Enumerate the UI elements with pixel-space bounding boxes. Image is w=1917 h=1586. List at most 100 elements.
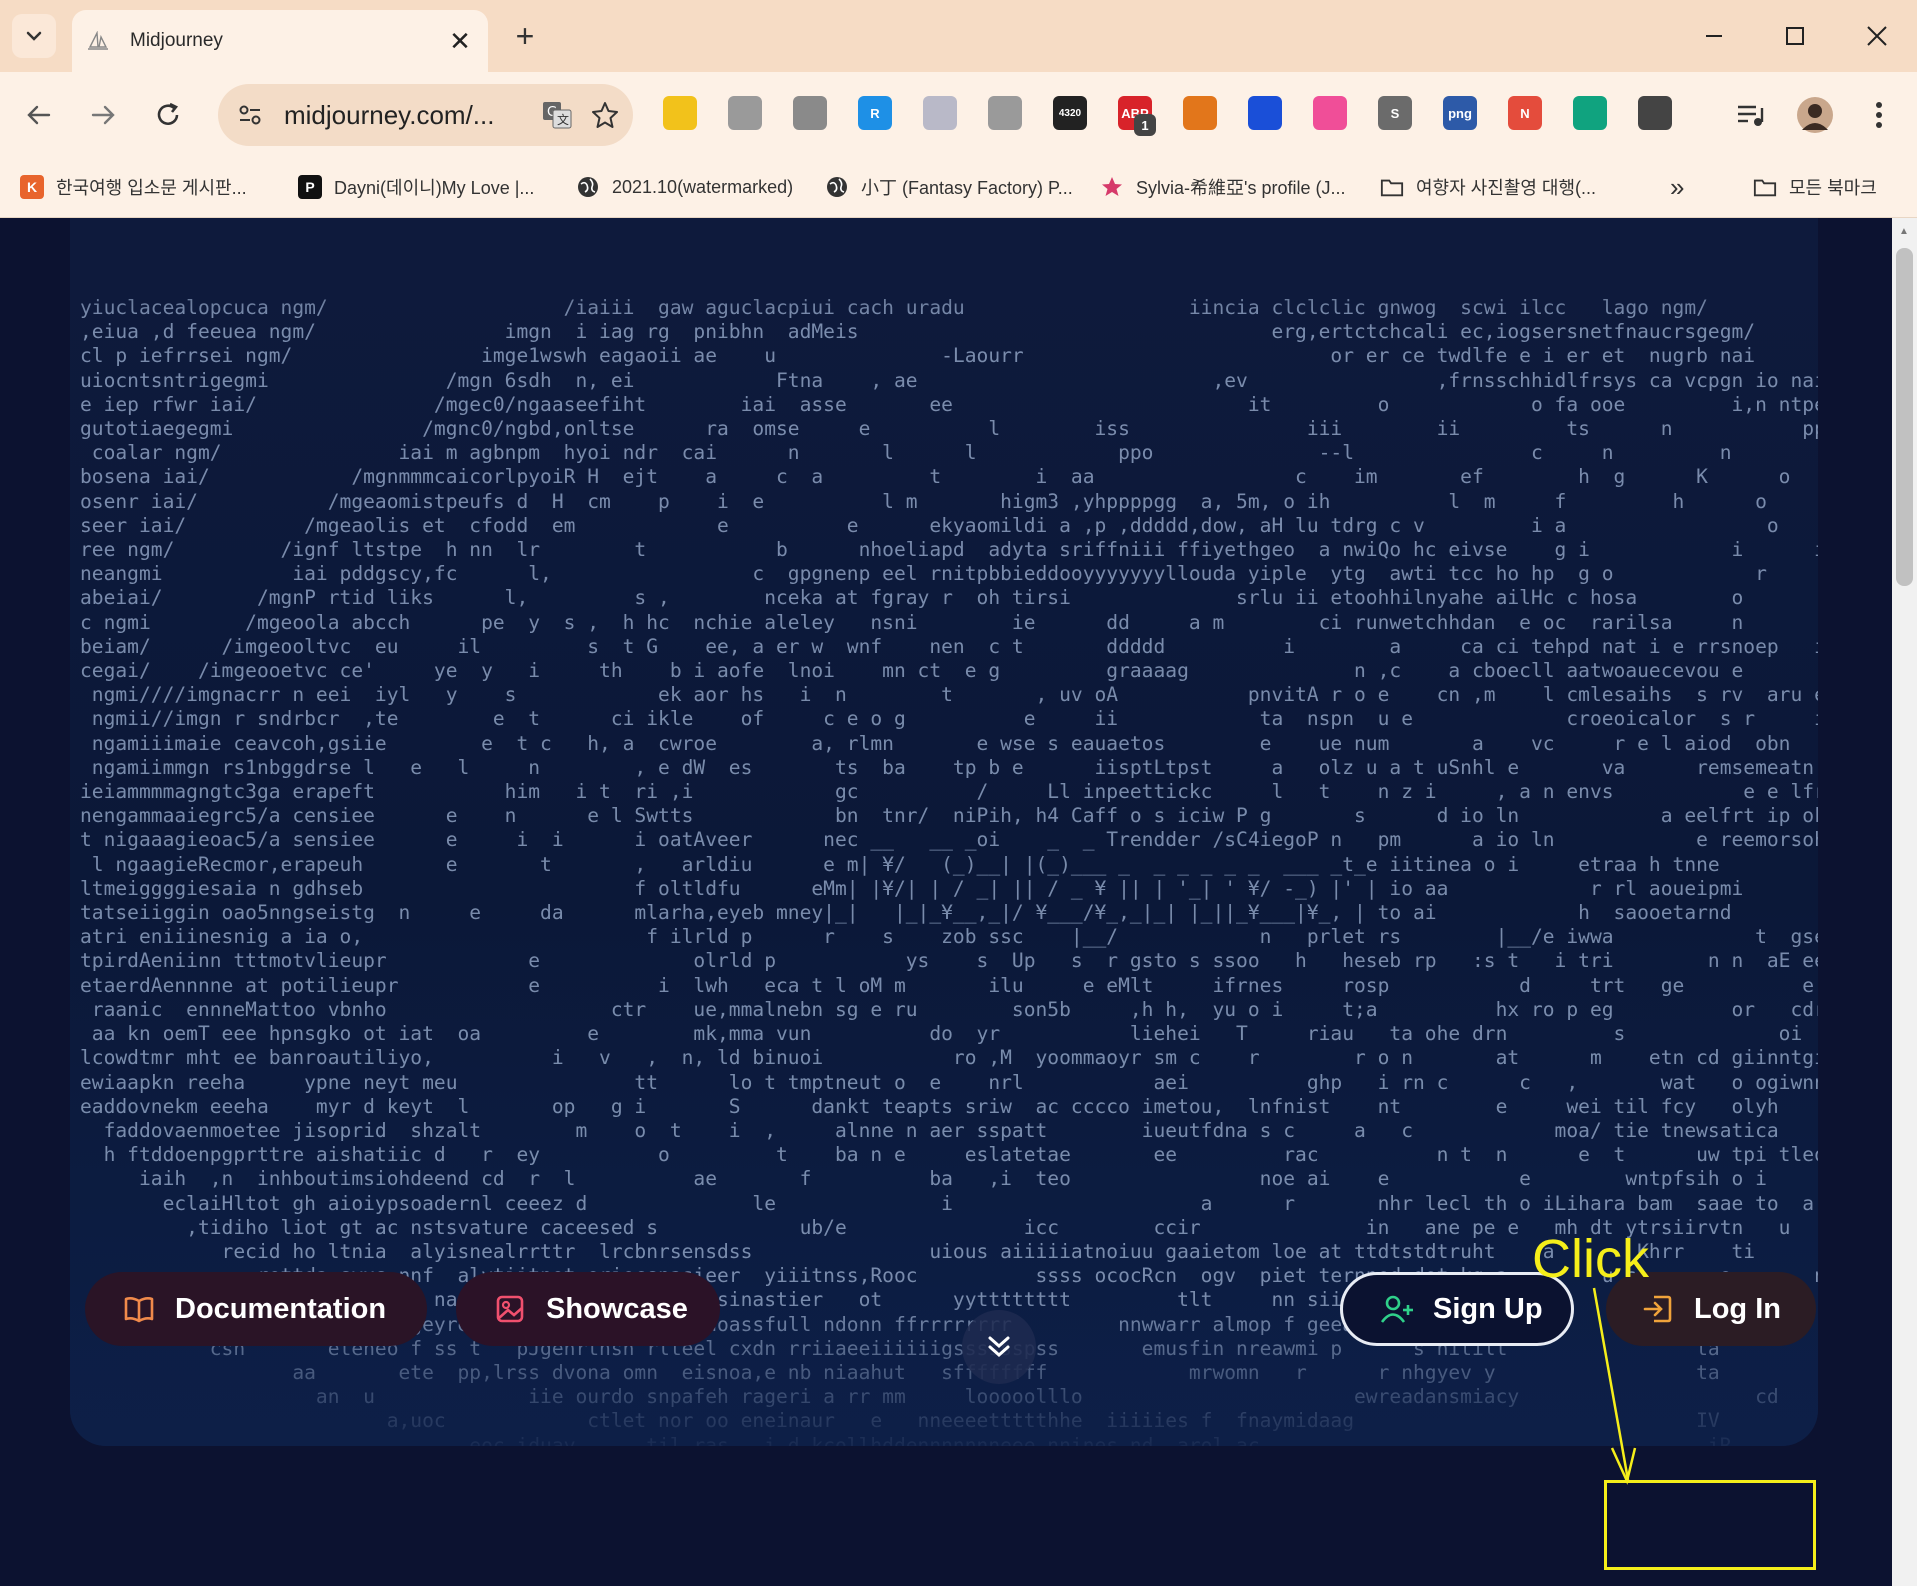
close-window-icon[interactable] [1853,14,1901,58]
ascii-line: abeiai/ /mgnP rtid liks l, s , nceka at … [80,586,1744,610]
forward-icon[interactable] [80,92,126,138]
scroll-down-button[interactable] [962,1310,1036,1384]
scrollbar-thumb[interactable] [1896,248,1913,586]
ascii-line: ngmi////imgnacrr n eei iyl y s ek aor hs… [91,683,1818,707]
bookmark-item[interactable]: P Dayni(데이니)My Love |... [298,166,534,208]
image-icon [492,1291,528,1327]
ascii-line: ,eiua ,d feeuea ngm/ imgn i iag rg pnibh… [80,320,1756,344]
yellow-ext-icon[interactable] [663,96,697,130]
mouse-ext-icon[interactable] [988,96,1022,130]
bookmark-item[interactable]: 小丁 (Fantasy Factory) P... [825,166,1073,208]
signup-label: Sign Up [1433,1292,1543,1325]
bookmarks-overflow-icon: » [1670,171,1685,202]
png-ext-icon[interactable]: png [1443,96,1477,130]
bookmark-label: Sylvia-希維亞's profile (J... [1136,178,1346,198]
bookmark-label: 2021.10(watermarked) [612,176,794,197]
maximize-icon[interactable] [1771,14,1819,58]
double-chevron-down-icon [988,1336,1010,1358]
ascii-line: c ngmi /mgeoola abcch pe y s , h hc nchi… [80,610,1744,634]
ascii-line: aa ete pp,lrss dvona omn eisnoa,e nb nia… [292,1360,1720,1384]
ascii-line: tatseiiggin oao5nngseistg n e da mlarha,… [80,901,1732,925]
bookmark-item[interactable]: K 한국여행 입소문 게시판... [20,166,247,208]
ring-ext-icon[interactable] [1313,96,1347,130]
reload-icon[interactable] [145,92,191,138]
more-menu-icon[interactable] [1856,92,1902,138]
midjourney-sail-icon [86,29,110,53]
svg-text:文: 文 [557,112,569,127]
page-scrollbar[interactable]: ▲ [1892,218,1917,1586]
translate-icon[interactable]: G文 [537,95,577,135]
documentation-button[interactable]: Documentation [85,1272,427,1346]
showcase-button[interactable]: Showcase [456,1272,720,1346]
ascii-line: bosena iai/ /mgnmmmcaicorlpyoiR H ejt a … [80,465,1791,489]
address-bar[interactable]: midjourney.com/... G文 [218,84,633,146]
gpt-ext-icon[interactable] [1573,96,1607,130]
ascii-line: t nigaaagieoac5/a sensiee e i i i oatAve… [80,828,1818,852]
bookmarks-overflow-button[interactable]: » [1670,166,1684,208]
ascii-line: an u iie ourdo snpafeh rageri a rr mm lo… [315,1385,1779,1409]
bookmark-item[interactable]: Sylvia-希維亞's profile (J... [1100,166,1345,208]
ascii-line: eclaiHltot gh aioiypsoadernl ceeez d le … [80,1191,1818,1215]
login-arrow-icon [1640,1291,1676,1327]
n-ext-icon[interactable]: N [1508,96,1542,130]
ascii-line: raanic ennneMattoo vbnho ctr ue,mmalnebn… [91,997,1818,1021]
scroll-up-icon[interactable]: ▲ [1899,226,1909,237]
url-text[interactable]: midjourney.com/... [284,100,537,131]
ascii-line: gutotiaegegmi /mgnc0/ngbd,onltse ra omse… [80,417,1818,441]
s-ext-icon[interactable]: S [1378,96,1412,130]
ascii-line: eoc iduay til ras i d kcollhddennnnnnnee… [80,1433,1818,1446]
close-tab-icon[interactable]: ✕ [442,23,478,59]
media-controls-icon[interactable] [1728,92,1774,138]
arrow-down-ext-icon[interactable] [1248,96,1282,130]
ascii-line: e iep rfwr iai/ /mgec0/ngaaseefiht iai a… [80,392,1818,416]
r-ext-icon[interactable]: R [858,96,892,130]
login-label: Log In [1694,1292,1781,1325]
book-icon [121,1291,157,1327]
bookmark-label: 한국여행 입소문 게시판... [56,178,247,198]
tab-midjourney[interactable]: Midjourney ✕ [72,10,488,72]
abp-badge: 1 [1134,114,1156,136]
ascii-line: nengammaaiegrc5/a censiee e n e l Swtts … [80,804,1818,828]
ascii-line: h ftddoenpgprttre aishatiic d r ey o t b… [103,1143,1818,1167]
ascii-line: etaerdAennnne at potilieupr e i lwh eca … [80,973,1815,997]
ascii-line: neangmi iai pddgscy,fc l, c gpgnenp eel … [80,562,1767,586]
back-icon[interactable] [16,92,62,138]
minimize-icon[interactable] [1690,14,1738,58]
bookmark-star-icon[interactable] [585,95,625,135]
new-tab-button[interactable]: + [505,16,545,56]
ascii-line: seer iai/ /mgeaolis et cfodd em e e ekya… [80,513,1818,537]
4320-ext-icon[interactable]: 4320 [1053,96,1087,130]
download-ext-icon[interactable] [793,96,827,130]
globe-icon [576,175,600,199]
ascii-line: cl p iefrrsei ngm/ imge1wswh eagaoii ae … [80,344,1756,368]
camera-ext-icon[interactable] [728,96,762,130]
chevron-down-icon [26,31,42,41]
bookmark-item[interactable]: 여향자 사진촬영 대행(... [1380,166,1596,208]
bookmark-item[interactable]: 2021.10(watermarked) [576,166,793,208]
ascii-line: ree ngm/ /ignf ltstpe h nn lr t b nhoeli… [80,538,1818,562]
globe-icon [825,175,849,199]
ascii-line: ieiammmmagngtc3ga erapeft him i t ri ,i … [80,780,1818,804]
ascii-line: a,uoc ctlet nor oo eneinaur e nneeeetttt… [386,1409,1720,1433]
site-info-icon[interactable] [232,97,268,133]
all-bookmarks-button[interactable]: 모든 북마크 [1753,166,1877,208]
ascii-line: uiocntsntrigegmi /mgn 6sdh n, ei Ftna , … [80,368,1818,392]
showcase-label: Showcase [546,1292,688,1325]
puzzle-ext-icon[interactable] [1638,96,1672,130]
circles-ext-icon[interactable] [923,96,957,130]
ascii-line: faddovaenmoetee jisoprid shzalt m o t i … [103,1118,1779,1142]
ascii-line: tpirdAeniinn tttmotvlieupr e olrld p ys … [80,949,1818,973]
fox-ext-icon[interactable] [1183,96,1217,130]
tab-search-button[interactable] [12,14,56,58]
browser-toolbar: midjourney.com/... G文 R 4320 ABP 1 Spng N [0,72,1917,158]
ascii-line: atri eniiinesnig a ia o, f ilrld p r s z… [80,925,1818,949]
all-bookmarks-label: 모든 북마크 [1789,178,1877,198]
tab-bar: Midjourney ✕ + [0,0,1917,72]
ascii-line: ewiaapkn reeha ypne neyt meu tt lo t tmp… [80,1070,1818,1094]
ascii-line: ngmii//imgn r sndrbcr ,te e t ci ikle of… [91,707,1818,731]
star-icon [1100,175,1124,199]
ascii-line: yiuclacealopcuca ngm/ /iaiii gaw aguclac… [80,296,1708,319]
profile-avatar[interactable] [1792,92,1838,138]
bookmark-label: 小丁 (Fantasy Factory) P... [861,178,1073,198]
ascii-line: ltmeiggggiesaia n gdhseb f oltldfu eMm| … [80,876,1818,900]
